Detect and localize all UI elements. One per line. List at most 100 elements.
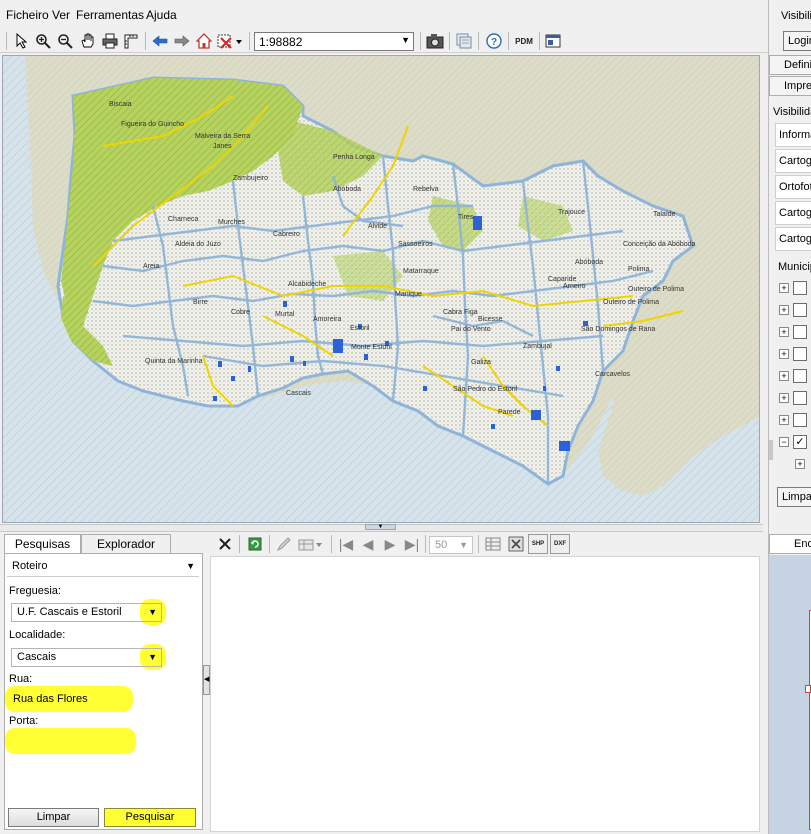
porta-label: Porta: [9, 715, 39, 727]
close-icon[interactable] [215, 534, 235, 554]
scale-combo[interactable]: 1:98882 ▼ [254, 32, 414, 51]
toolbar-separator [6, 32, 7, 50]
svg-text:Outeiro de Polima: Outeiro de Polima [628, 286, 684, 293]
toolbar-separator [145, 32, 146, 50]
localidade-value: Cascais [17, 651, 57, 663]
forward-arrow-icon[interactable] [172, 31, 192, 51]
checkmark-icon[interactable]: ✓ [793, 435, 807, 449]
svg-text:Quinta da Marinha: Quinta da Marinha [145, 358, 203, 365]
shp-icon[interactable]: SHP [528, 534, 548, 554]
layer-checkbox[interactable] [793, 347, 807, 361]
svg-text:Murtal: Murtal [275, 311, 295, 318]
chevron-down-icon: ▼ [148, 607, 157, 617]
window-icon[interactable] [543, 31, 563, 51]
next-page-icon[interactable]: ▶ [380, 534, 400, 554]
freguesia-select[interactable]: U.F. Cascais e Estoril ▼ [11, 603, 162, 622]
layer-row[interactable]: Cartog [775, 227, 811, 251]
tab-enquadramento[interactable]: Enq [769, 534, 811, 554]
layers-icon[interactable] [454, 31, 474, 51]
expand-icon[interactable]: + [779, 415, 789, 425]
svg-text:Birre: Birre [193, 299, 208, 306]
layer-checkbox[interactable] [793, 413, 807, 427]
dxf-icon[interactable]: DXF [550, 534, 570, 554]
page-size-select[interactable]: 50 ▼ [429, 536, 473, 554]
svg-text:Janes: Janes [213, 143, 232, 150]
layer-row[interactable]: Informa [775, 123, 811, 147]
clear-selection-icon[interactable] [216, 31, 244, 51]
print-icon[interactable] [100, 31, 120, 51]
svg-text:Estoril: Estoril [350, 325, 370, 332]
collapse-panel-icon[interactable]: ◀ [203, 665, 210, 695]
definir-button[interactable]: Defini [769, 55, 811, 75]
map-canvas[interactable]: Biscaia Figueira do Guincho Malveira da … [2, 55, 760, 523]
measure-icon[interactable] [121, 31, 141, 51]
help-icon[interactable]: ? [484, 31, 504, 51]
expand-icon[interactable]: + [779, 393, 789, 403]
limpar-button[interactable]: Limpar [8, 808, 99, 827]
expand-icon[interactable]: + [779, 305, 789, 315]
layer-row[interactable]: Cartog [775, 149, 811, 173]
splitter-grip-icon[interactable]: ▼ [365, 524, 396, 530]
svg-text:Figueira do Guincho: Figueira do Guincho [121, 121, 184, 128]
layer-row[interactable]: Ortofot [775, 175, 811, 199]
toolbar-separator [425, 535, 426, 553]
scrollbar[interactable] [769, 440, 773, 460]
edit-icon[interactable] [274, 534, 294, 554]
svg-text:Alvide: Alvide [368, 223, 387, 230]
login-button[interactable]: Login [783, 31, 811, 51]
layer-checkbox[interactable] [793, 303, 807, 317]
collapse-icon[interactable]: − [779, 437, 789, 447]
overview-map[interactable] [769, 555, 811, 834]
expand-icon[interactable]: + [779, 371, 789, 381]
table-tools-icon[interactable] [297, 534, 325, 554]
zoom-out-icon[interactable] [55, 31, 75, 51]
select-arrow-icon[interactable] [12, 31, 32, 51]
svg-text:Biscaia: Biscaia [109, 101, 132, 108]
last-page-icon[interactable]: ▶| [402, 534, 422, 554]
tab-explorador[interactable]: Explorador [81, 534, 171, 554]
refresh-icon[interactable] [245, 534, 265, 554]
menu-ferramentas[interactable]: Ferramentas [76, 8, 144, 22]
tab-pesquisas[interactable]: Pesquisas [4, 534, 81, 554]
layer-checkbox[interactable] [793, 391, 807, 405]
svg-text:Caparide: Caparide [548, 276, 577, 283]
toolbar-separator [508, 32, 509, 50]
menu-ficheiro[interactable]: Ficheiro [6, 8, 49, 22]
first-page-icon[interactable]: |◀ [336, 534, 356, 554]
menu-ajuda[interactable]: Ajuda [146, 8, 177, 22]
zoom-in-icon[interactable] [33, 31, 53, 51]
search-type-select[interactable]: Roteiro ▼ [7, 558, 199, 577]
porta-input[interactable] [7, 732, 133, 751]
home-icon[interactable] [194, 31, 214, 51]
expand-icon[interactable]: + [795, 459, 805, 469]
pesquisar-button[interactable]: Pesquisar [104, 808, 196, 827]
imprimir-button[interactable]: Impre [769, 76, 811, 96]
prev-page-icon[interactable]: ◀ [358, 534, 378, 554]
svg-text:Cabra Figa: Cabra Figa [443, 309, 478, 316]
localidade-select[interactable]: Cascais ▼ [11, 648, 162, 667]
pan-hand-icon[interactable] [78, 31, 98, 51]
expand-icon[interactable]: + [779, 283, 789, 293]
layer-checkbox[interactable] [793, 281, 807, 295]
layer-checkbox[interactable] [793, 325, 807, 339]
camera-icon[interactable] [425, 31, 445, 51]
svg-text:Talaíde: Talaíde [653, 211, 676, 218]
back-arrow-icon[interactable] [150, 31, 170, 51]
overview-handle[interactable] [805, 685, 811, 693]
rua-input[interactable]: Rua das Flores [7, 690, 131, 709]
excel-icon[interactable] [506, 534, 526, 554]
layer-row[interactable]: Cartog [775, 201, 811, 225]
svg-text:Charneca: Charneca [168, 216, 198, 223]
freguesia-label: Freguesia: [9, 585, 61, 597]
grid-icon[interactable] [483, 534, 503, 554]
svg-text:Rebelva: Rebelva [413, 186, 439, 193]
search-panel: Roteiro ▼ Freguesia: U.F. Cascais e Esto… [4, 553, 203, 830]
svg-text:Amoreira: Amoreira [313, 316, 342, 323]
pdm-icon[interactable]: PDM [512, 31, 536, 51]
expand-icon[interactable]: + [779, 327, 789, 337]
layer-checkbox[interactable] [793, 369, 807, 383]
limpar-visibility-button[interactable]: Limpar [777, 487, 811, 507]
expand-icon[interactable]: + [779, 349, 789, 359]
toolbar-separator [478, 32, 479, 50]
menu-ver[interactable]: Ver [52, 8, 70, 22]
